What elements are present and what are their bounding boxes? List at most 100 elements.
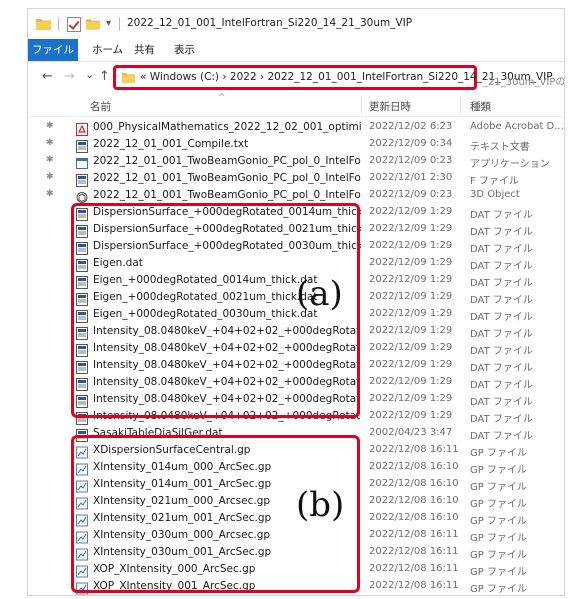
folder-icon [36,19,51,30]
column-header-row: ^ 名前 更新日時 種類 [28,93,564,117]
tab-file[interactable]: ファイル [28,39,78,61]
file-type: GP ファイル [470,550,527,561]
column-name[interactable]: 名前 [90,99,111,114]
file-date: 2022/12/09 1:29 [369,240,453,251]
file-name[interactable]: 2022_12_01_001_TwoBeamGonio_PC_pol_0_Int… [93,155,361,167]
file-date: 2022/12/09 1:29 [369,274,453,285]
pin-icon[interactable]: ✱ [46,121,54,131]
file-date: 2022/12/08 16:10 [369,512,459,523]
file-date: 2022/12/09 1:29 [369,206,453,217]
pdf-icon [76,121,88,136]
file-type: GP ファイル [470,533,527,544]
up-arrow-icon[interactable]: ↑ [99,69,110,84]
file-row[interactable]: ✱ 000_PhysicalMathematics_2022_12_02_001_… [28,119,564,136]
file-type: DAT ファイル [470,397,533,408]
file-type: F ファイル [470,176,519,187]
file-date: 2022/12/09 0:34 [369,138,453,149]
tab-share[interactable]: 共有 [134,39,155,61]
object-icon [76,189,88,203]
file-type: GP ファイル [470,516,527,527]
text-file-icon [76,138,88,153]
file-name[interactable]: 2022_12_01_001_TwoBeamGonio_PC_pol_0_Int… [93,189,361,201]
file-date: 2022/12/02 6:23 [369,121,453,132]
title-separator [119,17,120,31]
file-date: 2022/12/09 0:23 [369,189,453,200]
file-date: 2022/12/09 1:29 [369,223,453,234]
file-type: テキスト文書 [470,142,530,153]
column-date[interactable]: 更新日時 [369,99,411,114]
file-date: 2022/12/08 16:11 [369,580,459,591]
pin-icon[interactable]: ✱ [46,172,54,182]
annotation-label-a: (a) [296,274,343,314]
file-date: 2022/12/08 16:11 [369,529,459,540]
file-date: 2022/12/01 2:30 [369,172,453,183]
pin-icon[interactable]: ✱ [46,138,54,148]
text-file-icon [76,172,88,187]
title-bar: ▾ 2022_12_01_001_IntelFortran_Si220_14_2… [28,9,564,39]
file-type: DAT ファイル [470,380,533,391]
navigation-bar: ← → ⌄ ↑ « Windows (C:) › 2022 › 2022_12_… [28,61,564,93]
file-date: 2002/04/23 3:47 [369,427,453,438]
file-row[interactable]: ✱ 2022_12_01_001_TwoBeamGonio_PC_pol_0_In… [28,153,564,170]
file-date: 2022/12/09 1:29 [369,393,453,404]
file-type: GP ファイル [470,499,527,510]
pin-dropdown-icon[interactable]: ▾ [106,18,111,29]
file-type: DAT ファイル [470,278,533,289]
file-date: 2022/12/09 1:29 [369,308,453,319]
file-type: Adobe Acrobat D... [470,121,564,132]
checkbox-icon[interactable] [67,17,81,32]
file-name[interactable]: 2022_12_01_001_Compile.txt [93,138,361,150]
file-type: DAT ファイル [470,312,533,323]
file-type: DAT ファイル [470,210,533,221]
file-type: DAT ファイル [470,414,533,425]
file-date: 2022/12/08 16:10 [369,478,459,489]
explorer-window: ▾ 2022_12_01_001_IntelFortran_Si220_14_2… [27,8,565,596]
file-type: GP ファイル [470,482,527,493]
file-date: 2022/12/08 16:11 [369,444,459,455]
tab-view[interactable]: 表示 [174,39,195,61]
file-name[interactable]: 2022_12_01_001_TwoBeamGonio_PC_pol_0_Int… [93,172,361,184]
file-date: 2022/12/09 1:29 [369,410,453,421]
file-date: 2022/12/09 1:29 [369,342,453,353]
window-title: 2022_12_01_001_IntelFortran_Si220_14_21_… [127,17,413,29]
title-separator [58,17,59,31]
file-type: DAT ファイル [470,227,533,238]
file-date: 2022/12/09 1:29 [369,325,453,336]
search-box[interactable]: _21_30um_VIPの検索 [483,73,564,88]
file-row[interactable]: ✱ 2022_12_01_001_TwoBeamGonio_PC_pol_0_In… [28,187,564,204]
file-type: DAT ファイル [470,261,533,272]
folder-icon [122,73,135,83]
pin-icon[interactable]: ✱ [46,189,54,199]
file-date: 2022/12/09 1:29 [369,291,453,302]
file-type: GP ファイル [470,448,527,459]
file-name[interactable]: 000_PhysicalMathematics_2022_12_02_001_o… [93,121,361,133]
file-type: DAT ファイル [470,295,533,306]
file-type: DAT ファイル [470,431,533,442]
pin-icon[interactable]: ✱ [46,155,54,165]
folder-icon[interactable] [86,18,100,30]
back-arrow-icon[interactable]: ← [42,69,53,84]
file-type: GP ファイル [470,584,527,595]
file-type: GP ファイル [470,465,527,476]
recent-locations-icon[interactable]: ⌄ [85,68,94,81]
exe-icon [76,155,88,169]
file-date: 2022/12/08 16:10 [369,461,459,472]
column-divider[interactable] [460,96,461,114]
file-date: 2022/12/09 1:29 [369,257,453,268]
file-type: DAT ファイル [470,244,533,255]
tab-home[interactable]: ホーム [92,39,123,61]
file-type: GP ファイル [470,567,527,578]
file-row[interactable]: ✱ 2022_12_01_001_Compile.txt 2022/12/09 0:… [28,136,564,153]
column-divider[interactable] [361,96,362,114]
forward-arrow-icon[interactable]: → [64,69,75,84]
file-type: DAT ファイル [470,363,533,374]
annotation-label-b: (b) [296,485,345,525]
file-date: 2022/12/09 1:29 [369,376,453,387]
file-type: 3D Object [470,189,520,200]
file-type: アプリケーション [470,159,550,170]
file-type: DAT ファイル [470,329,533,340]
address-bar[interactable]: « Windows (C:) › 2022 › 2022_12_01_001_I… [113,65,553,90]
file-date: 2022/12/08 16:11 [369,563,459,574]
column-type[interactable]: 種類 [470,99,491,114]
file-row[interactable]: ✱ 2022_12_01_001_TwoBeamGonio_PC_pol_0_In… [28,170,564,187]
